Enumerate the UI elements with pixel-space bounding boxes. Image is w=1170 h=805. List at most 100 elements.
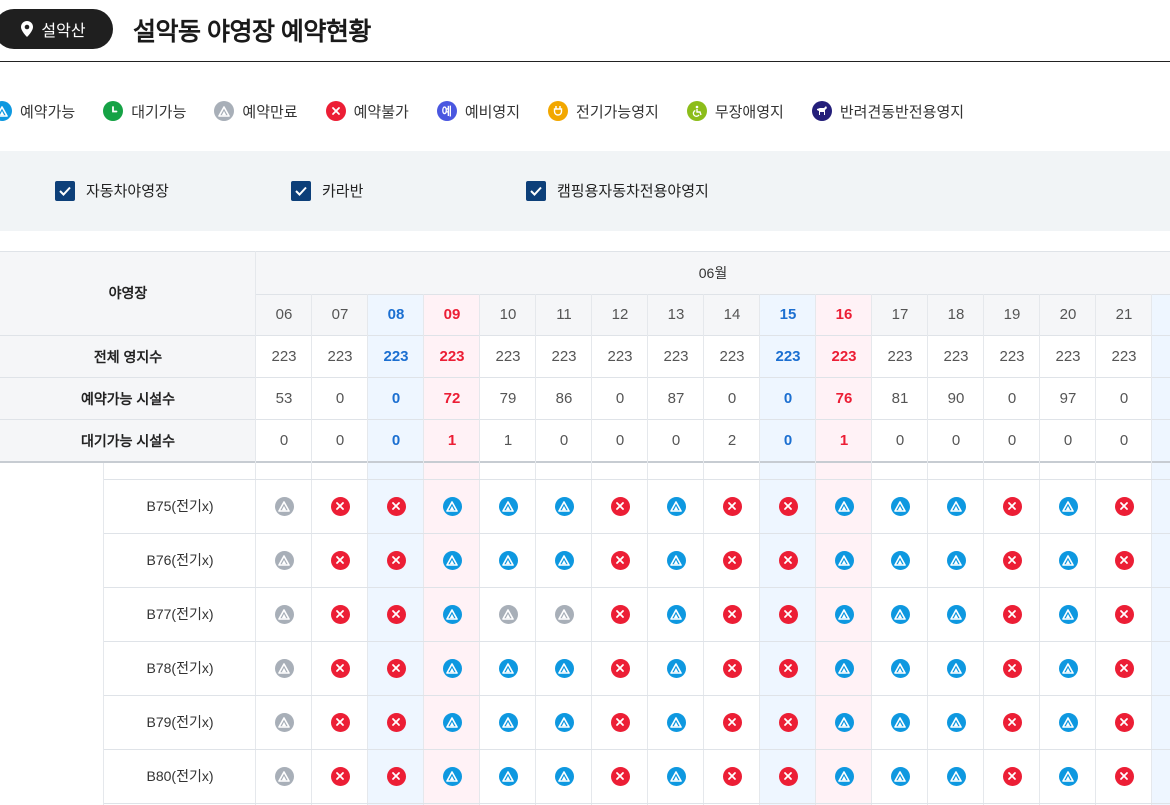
available-icon[interactable] <box>1058 496 1078 516</box>
checkbox-checked-icon[interactable] <box>291 180 311 201</box>
available-icon[interactable] <box>946 496 966 516</box>
site-status-cell[interactable] <box>648 587 704 641</box>
site-status-cell[interactable] <box>1040 749 1096 803</box>
available-icon[interactable] <box>666 658 686 678</box>
region-badge[interactable]: 설악산 <box>0 9 113 49</box>
site-status-cell[interactable] <box>480 533 536 587</box>
site-status-cell[interactable] <box>536 749 592 803</box>
filter-auto-campground[interactable]: 자동차야영장 <box>55 180 169 201</box>
available-icon[interactable] <box>666 496 686 516</box>
day-header-17[interactable]: 17 <box>872 294 928 335</box>
available-icon[interactable] <box>554 766 574 786</box>
day-header-08[interactable]: 08 <box>368 294 424 335</box>
day-header-21[interactable]: 21 <box>1096 294 1152 335</box>
available-icon[interactable] <box>834 712 854 732</box>
available-icon[interactable] <box>554 712 574 732</box>
day-header-20[interactable]: 20 <box>1040 294 1096 335</box>
available-icon[interactable] <box>946 604 966 624</box>
site-status-cell[interactable] <box>928 533 984 587</box>
site-status-cell[interactable] <box>1040 587 1096 641</box>
site-name[interactable]: B80(전기x) <box>104 749 256 803</box>
site-name[interactable]: B75(전기x) <box>104 479 256 533</box>
site-status-cell[interactable] <box>872 695 928 749</box>
day-header-11[interactable]: 11 <box>536 294 592 335</box>
available-icon[interactable] <box>442 712 462 732</box>
filter-caravan[interactable]: 카라반 <box>291 180 363 201</box>
filter-camping-car-site[interactable]: 캠핑용자동차전용야영지 <box>526 180 709 201</box>
site-status-cell[interactable] <box>872 641 928 695</box>
available-icon[interactable] <box>442 658 462 678</box>
checkbox-checked-icon[interactable] <box>526 180 546 201</box>
available-icon[interactable] <box>834 496 854 516</box>
site-status-cell[interactable] <box>424 695 480 749</box>
day-header-13[interactable]: 13 <box>648 294 704 335</box>
day-header-14[interactable]: 14 <box>704 294 760 335</box>
site-status-cell[interactable] <box>816 641 872 695</box>
day-header-16[interactable]: 16 <box>816 294 872 335</box>
available-icon[interactable] <box>666 550 686 570</box>
site-status-cell[interactable] <box>1040 479 1096 533</box>
checkbox-checked-icon[interactable] <box>55 180 75 201</box>
site-status-cell[interactable] <box>536 641 592 695</box>
site-status-cell[interactable] <box>928 749 984 803</box>
site-name[interactable]: B77(전기x) <box>104 587 256 641</box>
available-icon[interactable] <box>1058 766 1078 786</box>
available-icon[interactable] <box>442 496 462 516</box>
site-name[interactable]: B76(전기x) <box>104 533 256 587</box>
site-status-cell[interactable] <box>424 641 480 695</box>
site-status-cell[interactable] <box>480 695 536 749</box>
site-status-cell[interactable] <box>424 749 480 803</box>
site-status-cell[interactable] <box>480 479 536 533</box>
available-icon[interactable] <box>834 604 854 624</box>
site-status-cell[interactable] <box>872 749 928 803</box>
site-status-cell[interactable] <box>480 749 536 803</box>
day-header-09[interactable]: 09 <box>424 294 480 335</box>
site-status-cell[interactable] <box>424 479 480 533</box>
day-header-06[interactable]: 06 <box>256 294 312 335</box>
available-icon[interactable] <box>890 550 910 570</box>
site-status-cell[interactable] <box>928 479 984 533</box>
site-status-cell[interactable] <box>928 641 984 695</box>
available-icon[interactable] <box>666 604 686 624</box>
site-status-cell[interactable] <box>648 749 704 803</box>
site-status-cell[interactable] <box>536 533 592 587</box>
site-status-cell[interactable] <box>480 641 536 695</box>
available-icon[interactable] <box>498 658 518 678</box>
site-status-cell[interactable] <box>816 533 872 587</box>
site-status-cell[interactable] <box>816 695 872 749</box>
site-status-cell[interactable] <box>928 695 984 749</box>
site-name[interactable]: B79(전기x) <box>104 695 256 749</box>
site-status-cell[interactable] <box>872 479 928 533</box>
available-icon[interactable] <box>890 604 910 624</box>
available-icon[interactable] <box>834 550 854 570</box>
available-icon[interactable] <box>946 658 966 678</box>
day-header-19[interactable]: 19 <box>984 294 1040 335</box>
available-icon[interactable] <box>442 766 462 786</box>
available-icon[interactable] <box>554 550 574 570</box>
available-icon[interactable] <box>946 550 966 570</box>
available-icon[interactable] <box>666 766 686 786</box>
available-icon[interactable] <box>554 658 574 678</box>
site-status-cell[interactable] <box>648 695 704 749</box>
available-icon[interactable] <box>1058 658 1078 678</box>
available-icon[interactable] <box>834 658 854 678</box>
day-header-15[interactable]: 15 <box>760 294 816 335</box>
available-icon[interactable] <box>1058 550 1078 570</box>
available-icon[interactable] <box>946 712 966 732</box>
site-status-cell[interactable] <box>536 479 592 533</box>
site-status-cell[interactable] <box>1040 533 1096 587</box>
available-icon[interactable] <box>834 766 854 786</box>
site-status-cell[interactable] <box>928 587 984 641</box>
available-icon[interactable] <box>554 496 574 516</box>
available-icon[interactable] <box>498 766 518 786</box>
available-icon[interactable] <box>946 766 966 786</box>
available-icon[interactable] <box>498 550 518 570</box>
site-status-cell[interactable] <box>648 533 704 587</box>
site-status-cell[interactable] <box>424 587 480 641</box>
available-icon[interactable] <box>1058 712 1078 732</box>
available-icon[interactable] <box>666 712 686 732</box>
site-status-cell[interactable] <box>536 695 592 749</box>
available-icon[interactable] <box>1058 604 1078 624</box>
available-icon[interactable] <box>890 496 910 516</box>
available-icon[interactable] <box>442 604 462 624</box>
